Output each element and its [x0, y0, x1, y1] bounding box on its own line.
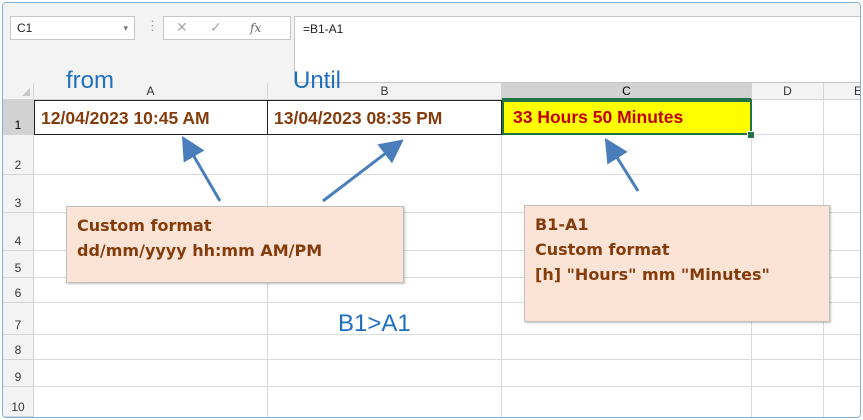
callout-duration-format: B1-A1 Custom format [h] "Hours" mm "Minu…	[524, 205, 830, 322]
cell-b1[interactable]: 13/04/2023 08:35 PM	[268, 100, 502, 135]
arrow-to-a1	[181, 135, 222, 202]
row-header-10[interactable]: 10	[3, 387, 34, 417]
insert-function-icon[interactable]: fx	[250, 21, 261, 35]
row-header-4[interactable]: 4	[3, 213, 34, 251]
formula-bar: C1 ▾ ⋮ ✕ ✓ fx =B1-A1	[3, 3, 860, 84]
from-label: from	[66, 67, 114, 94]
cell-c1[interactable]: 33 Hours 50 Minutes	[502, 100, 752, 135]
callout-line: [h] "Hours" mm "Minutes"	[535, 265, 770, 284]
column-header-d[interactable]: D	[752, 83, 824, 100]
formula-input[interactable]: =B1-A1	[294, 16, 860, 83]
row-header-8[interactable]: 8	[3, 335, 34, 360]
chevron-down-icon[interactable]: ▾	[123, 17, 128, 39]
callout-line: Custom format	[535, 240, 670, 259]
row-header-1[interactable]: 1	[3, 100, 34, 135]
row-header-3[interactable]: 3	[3, 175, 34, 213]
gridline	[34, 359, 860, 360]
enter-icon[interactable]: ✓	[210, 19, 222, 36]
cell-a1[interactable]: 12/04/2023 10:45 AM	[34, 100, 268, 135]
row-header-5[interactable]: 5	[3, 251, 34, 278]
gridline	[501, 100, 502, 417]
formula-buttons: ✕ ✓ fx	[163, 16, 291, 40]
callout-date-format: Custom format dd/mm/yyyy hh:mm AM/PM	[66, 206, 404, 283]
arrow-to-c1	[604, 137, 640, 192]
callout-line: Custom format	[77, 216, 212, 235]
callout-line: B1-A1	[535, 215, 589, 234]
name-box[interactable]: C1 ▾	[10, 16, 135, 40]
select-all-corner[interactable]	[3, 83, 34, 100]
gridline	[34, 386, 860, 387]
column-header-c[interactable]: C	[502, 83, 752, 100]
gridline	[34, 174, 860, 175]
row-header-9[interactable]: 9	[3, 360, 34, 387]
spreadsheet-window: C1 ▾ ⋮ ✕ ✓ fx =B1-A1 A B C D E 1 2 3 4 5…	[2, 2, 861, 418]
gridline	[34, 334, 860, 335]
fill-handle[interactable]	[747, 131, 755, 139]
condition-label: B1>A1	[338, 310, 411, 337]
row-header-7[interactable]: 7	[3, 303, 34, 335]
callout-line: dd/mm/yyyy hh:mm AM/PM	[77, 241, 323, 260]
row-header-6[interactable]: 6	[3, 278, 34, 303]
arrow-to-b1	[322, 139, 404, 203]
name-box-value: C1	[17, 21, 33, 35]
column-header-e[interactable]: E	[824, 83, 860, 100]
until-label: Until	[293, 67, 342, 94]
more-options-icon: ⋮	[146, 18, 160, 33]
cancel-icon[interactable]: ✕	[176, 19, 188, 36]
row-header-2[interactable]: 2	[3, 135, 34, 175]
